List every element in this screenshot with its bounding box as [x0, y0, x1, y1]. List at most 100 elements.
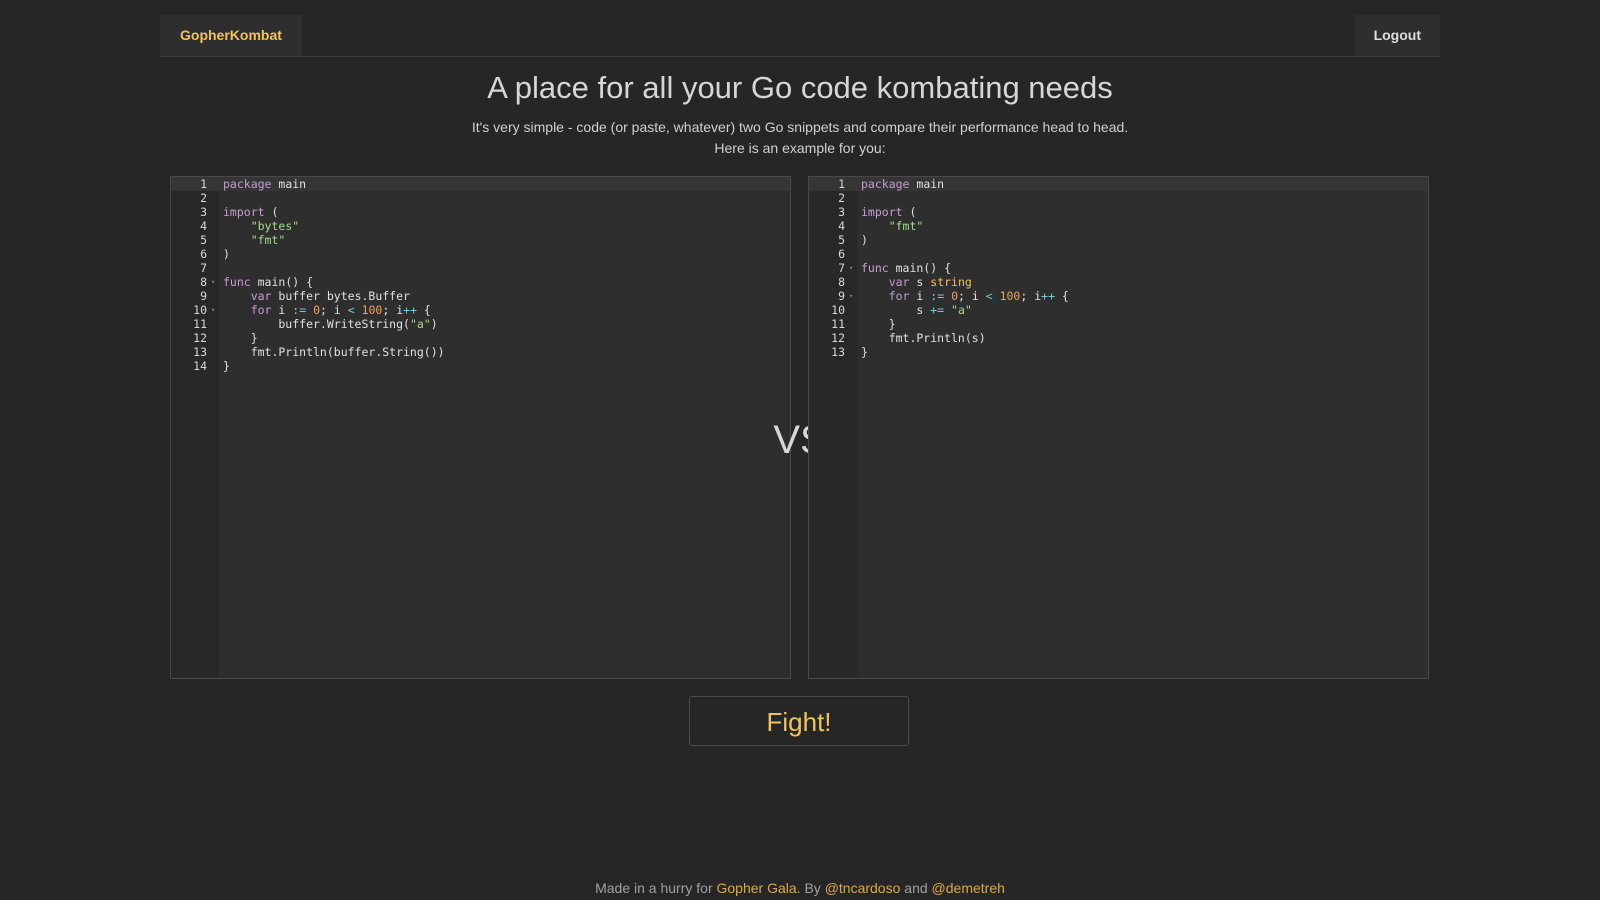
- code-line[interactable]: 12 }: [171, 331, 790, 345]
- code-line[interactable]: 6): [171, 247, 790, 261]
- line-number: 4: [200, 219, 207, 233]
- line-number: 1: [200, 177, 207, 191]
- footer: Made in a hurry for Gopher Gala. By @tnc…: [0, 880, 1600, 896]
- fold-arrow-icon[interactable]: ▾: [849, 261, 853, 275]
- line-number: 8: [200, 275, 207, 289]
- line-number: 12: [831, 331, 845, 345]
- right-editor-lines: 1 package main 2 3 import (4 "fmt" 5) 6 7 ▾ func …: [809, 177, 1428, 359]
- code-text: package main: [223, 177, 307, 191]
- code-line[interactable]: 13}: [809, 345, 1428, 359]
- code-text: fmt.Println(buffer.String()): [223, 345, 445, 359]
- left-editor-lines: 1 package main 2 3 import (4 "bytes" 5 "fmt" 6…: [171, 177, 790, 373]
- code-text: }: [861, 317, 896, 331]
- line-number: 9: [838, 289, 845, 303]
- code-line[interactable]: 3 import (: [809, 205, 1428, 219]
- line-number: 6: [838, 247, 845, 261]
- line-number: 4: [838, 219, 845, 233]
- line-number: 10: [193, 303, 207, 317]
- code-text: package main: [861, 177, 945, 191]
- line-number: 2: [838, 191, 845, 205]
- fold-arrow-icon[interactable]: ▾: [211, 303, 215, 317]
- code-text: s += "a": [861, 303, 972, 317]
- line-number: 3: [838, 205, 845, 219]
- code-line[interactable]: 11 buffer.WriteString("a"): [171, 317, 790, 331]
- right-code-editor[interactable]: 1 package main 2 3 import (4 "fmt" 5) 6 7 ▾ func …: [808, 176, 1429, 679]
- code-text: "fmt": [250, 233, 286, 247]
- code-text: }: [861, 345, 868, 359]
- code-line[interactable]: 9 var buffer bytes.Buffer: [171, 289, 790, 303]
- code-line[interactable]: 8 ▾ func main() {: [171, 275, 790, 289]
- subtitle-line-1: It's very simple - code (or paste, whate…: [471, 119, 1129, 135]
- code-line[interactable]: 3 import (: [171, 205, 790, 219]
- code-text: "bytes": [250, 219, 300, 233]
- code-text: import (: [861, 205, 917, 219]
- code-text: }: [223, 331, 258, 345]
- code-line[interactable]: 8 var s string: [809, 275, 1428, 289]
- line-number: 12: [193, 331, 207, 345]
- code-text: var buffer bytes.Buffer: [250, 289, 410, 303]
- line-number: 2: [200, 191, 207, 205]
- code-line[interactable]: 11 }: [809, 317, 1428, 331]
- gopher-gala-link[interactable]: Gopher Gala: [717, 880, 797, 896]
- line-number: 13: [831, 345, 845, 359]
- line-number: 11: [193, 317, 207, 331]
- footer-and: and: [900, 880, 932, 896]
- footer-by: . By: [796, 880, 825, 896]
- code-text: func main() {: [861, 261, 952, 275]
- code-line[interactable]: 7 ▾ func main() {: [809, 261, 1428, 275]
- code-line[interactable]: 1 package main: [809, 177, 1428, 191]
- code-line[interactable]: 2: [171, 191, 790, 205]
- logout-button[interactable]: Logout: [1354, 15, 1440, 56]
- line-number: 7: [838, 261, 845, 275]
- code-text: import (: [223, 205, 279, 219]
- code-line[interactable]: 5): [809, 233, 1428, 247]
- line-number: 3: [200, 205, 207, 219]
- line-number: 11: [831, 317, 845, 331]
- line-number: 5: [200, 233, 207, 247]
- code-line[interactable]: 9 ▾ for i := 0; i < 100; i++ {: [809, 289, 1428, 303]
- code-line[interactable]: 4 "bytes": [171, 219, 790, 233]
- code-line[interactable]: 10 s += "a": [809, 303, 1428, 317]
- code-text: ): [861, 233, 868, 247]
- navbar: GopherKombat Logout: [160, 15, 1440, 57]
- fight-button[interactable]: Fight!: [689, 696, 909, 746]
- code-text: }: [223, 359, 230, 373]
- code-line[interactable]: 12 fmt.Println(s): [809, 331, 1428, 345]
- code-text: fmt.Println(s): [861, 331, 986, 345]
- page-subtitle: It's very simple - code (or paste, whate…: [0, 117, 1600, 159]
- code-line[interactable]: 4 "fmt": [809, 219, 1428, 233]
- code-line[interactable]: 5 "fmt": [171, 233, 790, 247]
- line-number: 9: [200, 289, 207, 303]
- page-title: A place for all your Go code kombating n…: [487, 70, 1113, 105]
- line-number: 14: [193, 359, 207, 373]
- code-text: var s string: [888, 275, 972, 289]
- author-tncardoso-link[interactable]: @tncardoso: [825, 880, 901, 896]
- line-number: 1: [838, 177, 845, 191]
- code-line[interactable]: 10 ▾ for i := 0; i < 100; i++ {: [171, 303, 790, 317]
- code-line[interactable]: 6: [809, 247, 1428, 261]
- line-number: 13: [193, 345, 207, 359]
- code-line[interactable]: 7: [171, 261, 790, 275]
- code-text: "fmt": [888, 219, 924, 233]
- line-number: 6: [200, 247, 207, 261]
- line-number: 7: [200, 261, 207, 275]
- left-code-editor[interactable]: 1 package main 2 3 import (4 "bytes" 5 "fmt" 6…: [170, 176, 791, 679]
- author-demetreh-link[interactable]: @demetreh: [932, 880, 1005, 896]
- code-line[interactable]: 13 fmt.Println(buffer.String()): [171, 345, 790, 359]
- line-number: 10: [831, 303, 845, 317]
- code-line[interactable]: 2: [809, 191, 1428, 205]
- code-text: buffer.WriteString("a"): [223, 317, 438, 331]
- code-text: for i := 0; i < 100; i++ {: [250, 303, 431, 317]
- brand-link[interactable]: GopherKombat: [160, 15, 302, 56]
- code-line[interactable]: 14}: [171, 359, 790, 373]
- code-line[interactable]: 1 package main: [171, 177, 790, 191]
- line-number: 8: [838, 275, 845, 289]
- code-text: func main() {: [223, 275, 314, 289]
- subtitle-line-2: Here is an example for you:: [714, 140, 886, 156]
- fold-arrow-icon[interactable]: ▾: [849, 289, 853, 303]
- line-number: 5: [838, 233, 845, 247]
- code-text: for i := 0; i < 100; i++ {: [888, 289, 1069, 303]
- footer-prefix: Made in a hurry for: [595, 880, 717, 896]
- fold-arrow-icon[interactable]: ▾: [211, 275, 215, 289]
- code-text: ): [223, 247, 230, 261]
